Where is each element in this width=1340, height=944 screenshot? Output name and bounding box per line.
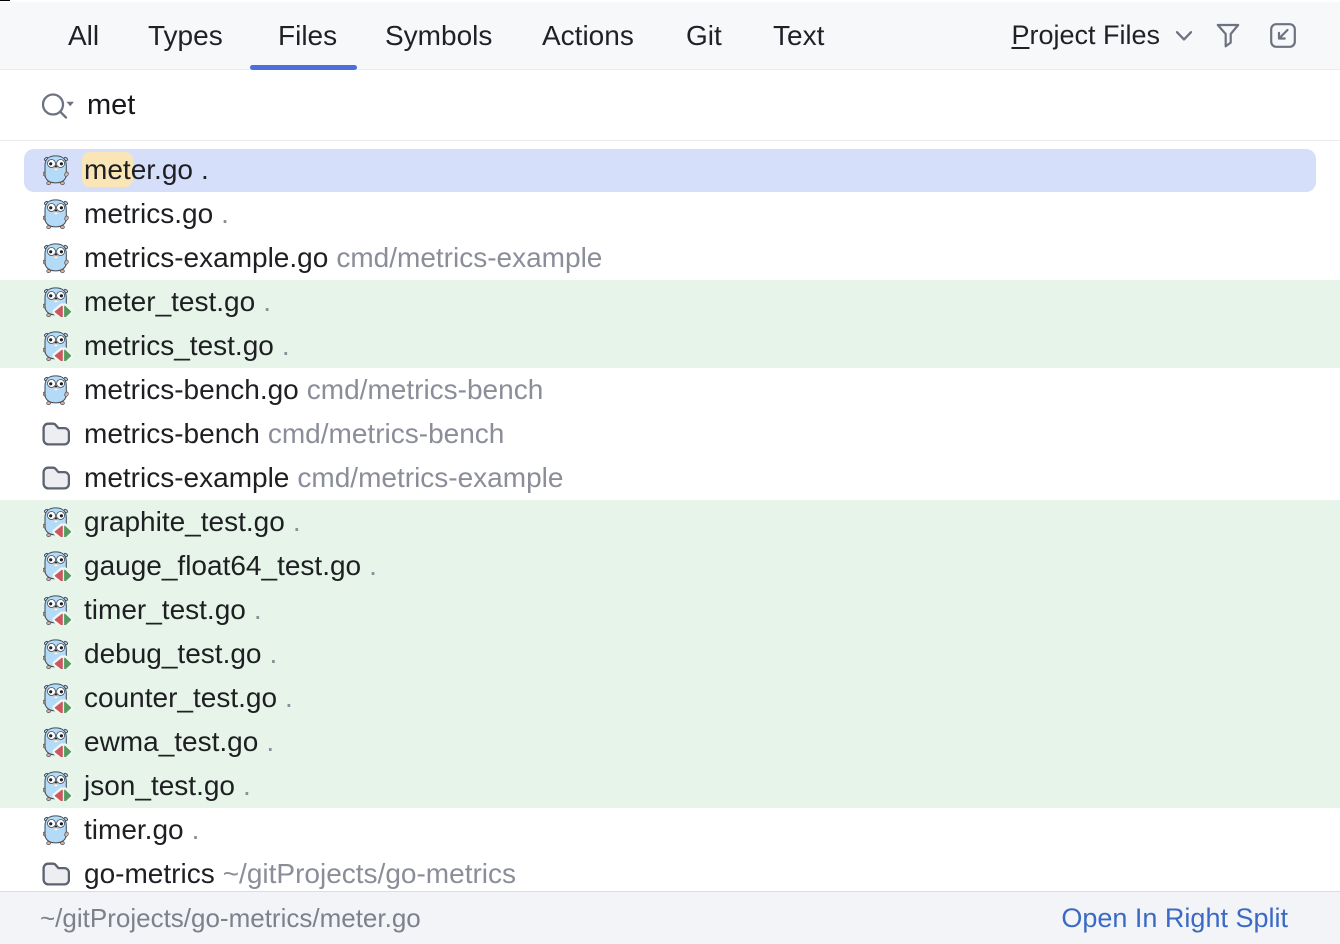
result-path: cmd/metrics-bench: [307, 374, 544, 406]
result-filename: timer_test.go: [84, 594, 246, 626]
footer-bar: ~/gitProjects/go-metrics/meter.go Open I…: [0, 891, 1340, 944]
result-filename: metrics-example.go: [84, 242, 328, 274]
scope-selector[interactable]: Project Files: [1011, 20, 1160, 51]
result-filename: ewma_test.go: [84, 726, 258, 758]
result-row-graphite_test.go[interactable]: graphite_test.go.: [0, 500, 1340, 544]
result-filename: json_test.go: [84, 770, 235, 802]
go-test-file-icon: [44, 331, 84, 361]
search-icon[interactable]: [42, 91, 80, 121]
result-filename: meter.go: [84, 154, 193, 186]
result-path: .: [270, 638, 278, 670]
results-list: meter.go.metrics.go.metrics-example.gocm…: [0, 141, 1340, 891]
result-filename: counter_test.go: [84, 682, 277, 714]
search-everywhere-tabbar: All Types Files Symbols Actions Git Text Proje…: [0, 2, 1340, 70]
result-row-metrics-bench.go[interactable]: metrics-bench.gocmd/metrics-bench: [0, 368, 1340, 412]
go-test-file-icon: [44, 639, 84, 669]
result-path: .: [263, 286, 271, 318]
search-input[interactable]: [87, 71, 1187, 140]
result-row-timer_test.go[interactable]: timer_test.go.: [0, 588, 1340, 632]
selected-file-path: ~/gitProjects/go-metrics/meter.go: [40, 903, 421, 934]
result-path: .: [201, 154, 209, 186]
go-file-icon: [44, 199, 84, 229]
search-bar: [0, 71, 1340, 140]
result-path: .: [254, 594, 262, 626]
tab-git[interactable]: Git: [686, 2, 722, 70]
result-row-go-metrics[interactable]: go-metrics~/gitProjects/go-metrics: [0, 852, 1340, 891]
result-filename: metrics-bench.go: [84, 374, 299, 406]
result-path: .: [192, 814, 200, 846]
result-filename: debug_test.go: [84, 638, 262, 670]
result-row-counter_test.go[interactable]: counter_test.go.: [0, 676, 1340, 720]
result-path: cmd/metrics-example: [336, 242, 602, 274]
go-file-icon: [44, 243, 84, 273]
tab-text[interactable]: Text: [773, 2, 824, 70]
tab-types[interactable]: Types: [148, 2, 223, 70]
go-test-file-icon: [44, 771, 84, 801]
result-filename: metrics.go: [84, 198, 213, 230]
result-row-metrics-example.go[interactable]: metrics-example.gocmd/metrics-example: [0, 236, 1340, 280]
open-in-find-window-icon[interactable]: [1270, 23, 1296, 48]
result-row-json_test.go[interactable]: json_test.go.: [0, 764, 1340, 808]
result-row-gauge_float64_test.go[interactable]: gauge_float64_test.go.: [0, 544, 1340, 588]
result-row-ewma_test.go[interactable]: ewma_test.go.: [0, 720, 1340, 764]
folder-icon: [44, 862, 84, 886]
folder-icon: [44, 422, 84, 446]
tab-files[interactable]: Files: [278, 2, 337, 70]
result-row-meter_test.go[interactable]: meter_test.go.: [0, 280, 1340, 324]
screenshot-artifact: [0, 0, 10, 1]
go-file-icon: [44, 375, 84, 405]
result-path: ~/gitProjects/go-metrics: [223, 858, 516, 890]
result-row-metrics_test.go[interactable]: metrics_test.go.: [0, 324, 1340, 368]
open-in-right-split-link[interactable]: Open In Right Split: [1061, 903, 1288, 934]
result-path: cmd/metrics-example: [297, 462, 563, 494]
go-file-icon: [44, 815, 84, 845]
result-filename: go-metrics: [84, 858, 215, 890]
go-test-file-icon: [44, 595, 84, 625]
result-row-metrics-example[interactable]: metrics-examplecmd/metrics-example: [0, 456, 1340, 500]
result-path: .: [282, 330, 290, 362]
go-test-file-icon: [44, 551, 84, 581]
filter-icon[interactable]: [1216, 23, 1240, 49]
result-path: .: [293, 506, 301, 538]
go-file-icon: [44, 155, 84, 185]
toolbar-controls: Project Files: [1011, 2, 1340, 69]
result-row-timer.go[interactable]: timer.go.: [0, 808, 1340, 852]
result-filename: metrics-example: [84, 462, 289, 494]
result-filename: timer.go: [84, 814, 184, 846]
tab-all[interactable]: All: [68, 2, 99, 70]
result-path: .: [285, 682, 293, 714]
go-test-file-icon: [44, 507, 84, 537]
result-row-metrics.go[interactable]: metrics.go.: [0, 192, 1340, 236]
result-path: .: [266, 726, 274, 758]
result-path: .: [243, 770, 251, 802]
go-test-file-icon: [44, 683, 84, 713]
go-test-file-icon: [44, 287, 84, 317]
chevron-down-icon[interactable]: [1175, 30, 1193, 42]
result-row-meter.go[interactable]: meter.go.: [0, 148, 1340, 192]
result-path: cmd/metrics-bench: [268, 418, 505, 450]
folder-icon: [44, 466, 84, 490]
tab-actions[interactable]: Actions: [542, 2, 634, 70]
result-filename: graphite_test.go: [84, 506, 285, 538]
result-filename: meter_test.go: [84, 286, 255, 318]
result-row-metrics-bench[interactable]: metrics-benchcmd/metrics-bench: [0, 412, 1340, 456]
go-test-file-icon: [44, 727, 84, 757]
result-row-debug_test.go[interactable]: debug_test.go.: [0, 632, 1340, 676]
result-filename: gauge_float64_test.go: [84, 550, 361, 582]
result-path: .: [369, 550, 377, 582]
result-filename: metrics-bench: [84, 418, 260, 450]
result-path: .: [221, 198, 229, 230]
tab-symbols[interactable]: Symbols: [385, 2, 492, 70]
result-filename: metrics_test.go: [84, 330, 274, 362]
match-highlight: met: [82, 152, 133, 187]
